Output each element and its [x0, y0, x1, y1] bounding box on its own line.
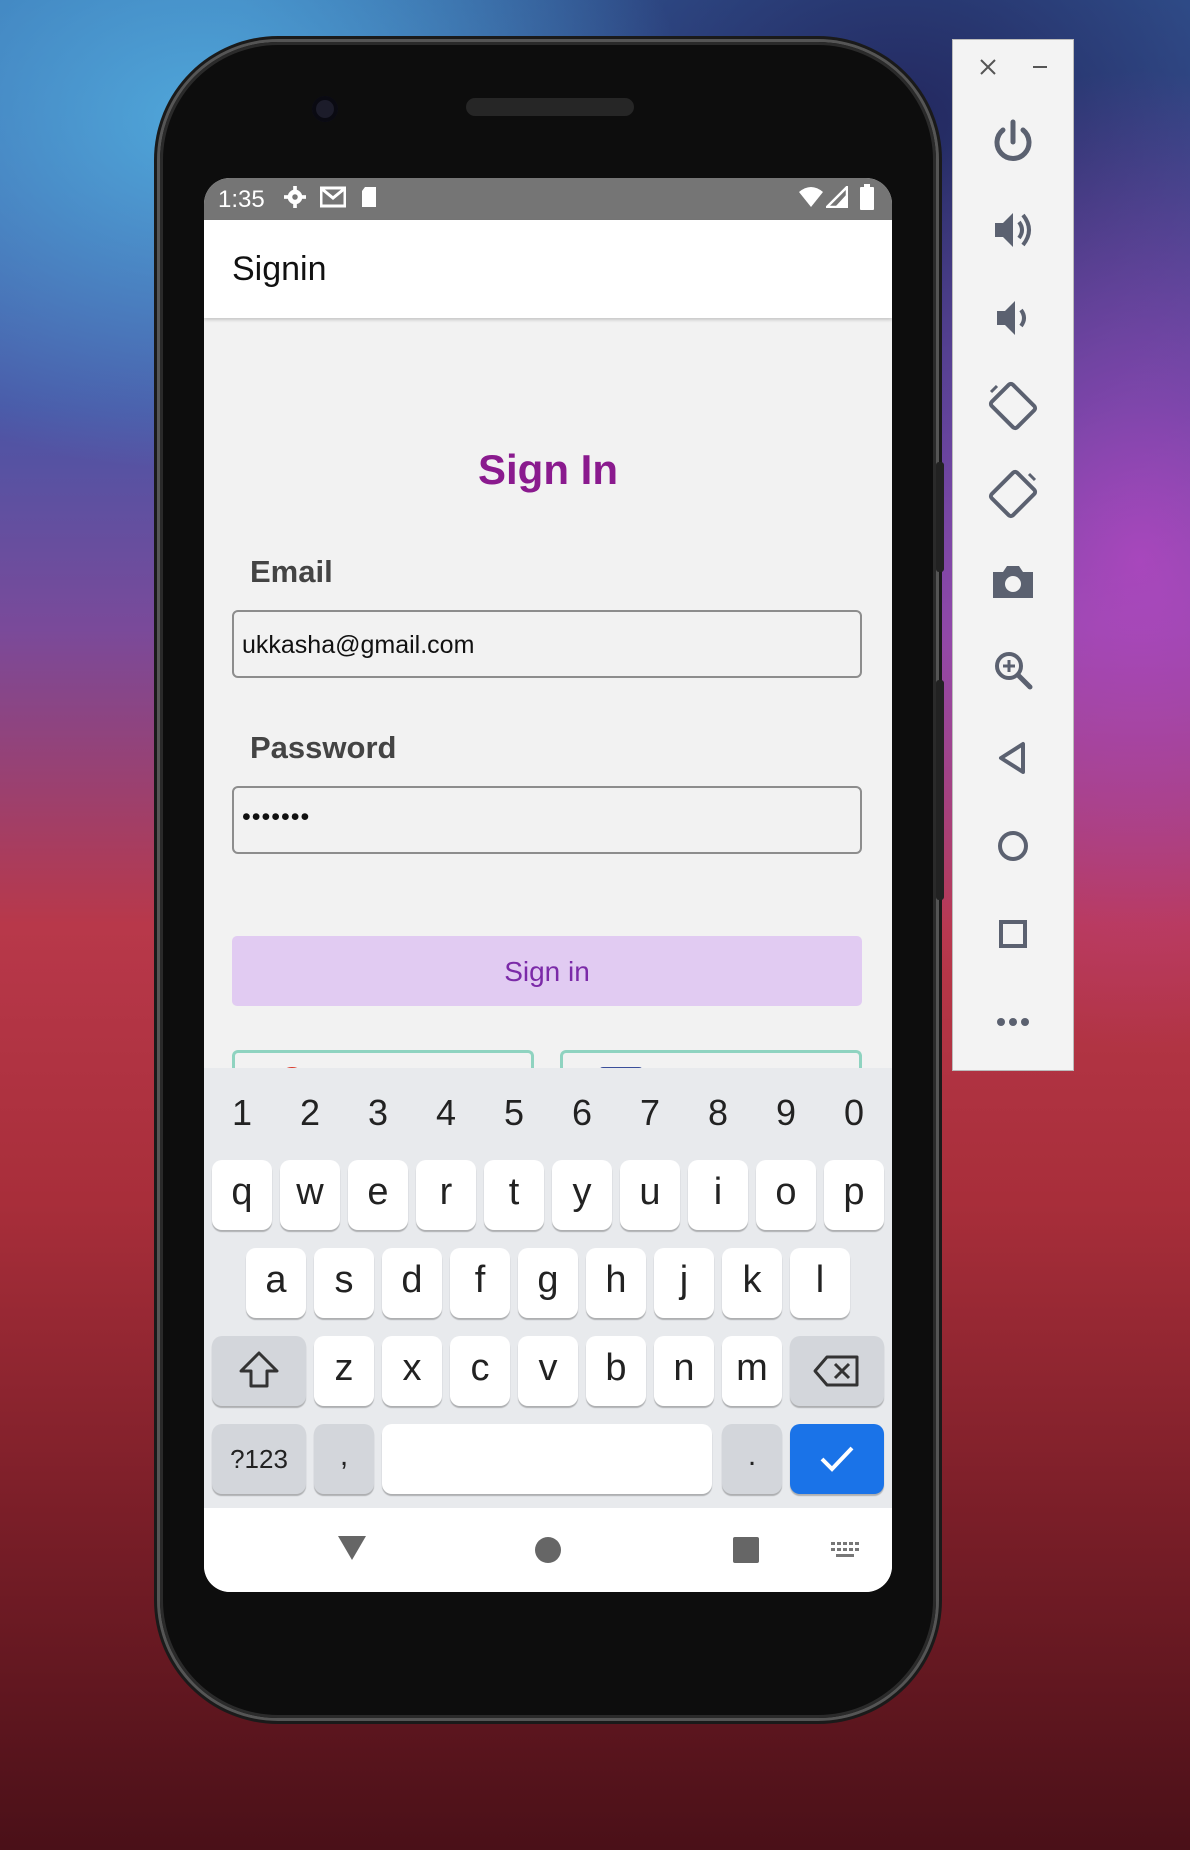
- emulator-control-panel: [953, 40, 1073, 1070]
- phone-screen: 1:35 Signin Sign In Email ukkasha@gmail.…: [204, 178, 892, 1592]
- key-b[interactable]: b: [586, 1336, 646, 1406]
- back-icon[interactable]: [983, 728, 1043, 788]
- status-bar: 1:35: [204, 178, 892, 220]
- rotate-right-icon[interactable]: [983, 464, 1043, 524]
- key-l[interactable]: l: [790, 1248, 850, 1318]
- key-r[interactable]: r: [416, 1160, 476, 1230]
- home-icon[interactable]: [983, 816, 1043, 876]
- comma-key[interactable]: ,: [314, 1424, 374, 1494]
- key-x[interactable]: x: [382, 1336, 442, 1406]
- key-k[interactable]: k: [722, 1248, 782, 1318]
- period-key[interactable]: .: [722, 1424, 782, 1494]
- key-j[interactable]: j: [654, 1248, 714, 1318]
- power-icon[interactable]: [983, 112, 1043, 172]
- close-icon[interactable]: [979, 58, 997, 76]
- phone-power-key: [936, 462, 944, 572]
- cell-signal-icon: [826, 186, 848, 208]
- password-label: Password: [250, 730, 397, 765]
- sd-card-icon: [362, 187, 376, 207]
- key-y[interactable]: y: [552, 1160, 612, 1230]
- key-f[interactable]: f: [450, 1248, 510, 1318]
- rotate-left-icon[interactable]: [983, 376, 1043, 436]
- volume-up-icon[interactable]: [983, 200, 1043, 260]
- system-nav-bar: [204, 1508, 892, 1592]
- key-o[interactable]: o: [756, 1160, 816, 1230]
- volume-down-icon[interactable]: [983, 288, 1043, 348]
- key-3[interactable]: 3: [358, 1092, 398, 1134]
- backspace-key[interactable]: [790, 1336, 884, 1406]
- backspace-icon: [813, 1355, 859, 1387]
- done-key[interactable]: [790, 1424, 884, 1494]
- key-c[interactable]: c: [450, 1336, 510, 1406]
- front-camera: [312, 96, 338, 122]
- keyboard-switch-icon[interactable]: [830, 1540, 860, 1560]
- email-field-value: ukkasha@gmail.com: [242, 631, 475, 659]
- sign-in-button[interactable]: Sign in: [232, 936, 862, 1006]
- email-field[interactable]: ukkasha@gmail.com: [232, 610, 862, 678]
- key-5[interactable]: 5: [494, 1092, 534, 1134]
- key-q[interactable]: q: [212, 1160, 272, 1230]
- overview-icon[interactable]: [983, 904, 1043, 964]
- key-v[interactable]: v: [518, 1336, 578, 1406]
- key-4[interactable]: 4: [426, 1092, 466, 1134]
- page-title: Sign In: [478, 446, 618, 493]
- key-s[interactable]: s: [314, 1248, 374, 1318]
- key-d[interactable]: d: [382, 1248, 442, 1318]
- camera-icon[interactable]: [983, 552, 1043, 612]
- zoom-icon[interactable]: [983, 640, 1043, 700]
- shift-key[interactable]: [212, 1336, 306, 1406]
- status-time: 1:35: [218, 186, 265, 213]
- key-m[interactable]: m: [722, 1336, 782, 1406]
- key-i[interactable]: i: [688, 1160, 748, 1230]
- phone-volume-key: [936, 680, 944, 900]
- key-6[interactable]: 6: [562, 1092, 602, 1134]
- checkmark-icon: [820, 1446, 854, 1472]
- minimize-icon[interactable]: [1031, 58, 1049, 76]
- more-icon[interactable]: [983, 992, 1043, 1052]
- key-0[interactable]: 0: [834, 1092, 874, 1134]
- earpiece-speaker: [466, 98, 634, 116]
- wifi-icon: [799, 187, 823, 207]
- key-1[interactable]: 1: [222, 1092, 262, 1134]
- key-g[interactable]: g: [518, 1248, 578, 1318]
- sign-in-button-label: Sign in: [504, 956, 590, 987]
- nav-home-icon[interactable]: [534, 1536, 562, 1564]
- app-bar: Signin: [204, 220, 892, 318]
- space-key[interactable]: [382, 1424, 712, 1494]
- key-2[interactable]: 2: [290, 1092, 330, 1134]
- key-z[interactable]: z: [314, 1336, 374, 1406]
- password-field[interactable]: •••••••: [232, 786, 862, 854]
- on-screen-keyboard: 1 2 3 4 5 6 7 8 9 0 q w e r t y u i o p …: [204, 1068, 892, 1508]
- gear-icon: [284, 186, 306, 208]
- key-u[interactable]: u: [620, 1160, 680, 1230]
- email-label: Email: [250, 554, 333, 589]
- key-p[interactable]: p: [824, 1160, 884, 1230]
- key-h[interactable]: h: [586, 1248, 646, 1318]
- gmail-icon: [320, 186, 346, 208]
- key-9[interactable]: 9: [766, 1092, 806, 1134]
- nav-overview-icon[interactable]: [732, 1536, 760, 1564]
- key-w[interactable]: w: [280, 1160, 340, 1230]
- password-field-value: •••••••: [242, 803, 311, 831]
- keyboard-number-row: 1 2 3 4 5 6 7 8 9 0: [204, 1068, 892, 1148]
- key-8[interactable]: 8: [698, 1092, 738, 1134]
- key-a[interactable]: a: [246, 1248, 306, 1318]
- key-e[interactable]: e: [348, 1160, 408, 1230]
- battery-icon: [860, 184, 874, 210]
- key-n[interactable]: n: [654, 1336, 714, 1406]
- shift-icon: [239, 1351, 279, 1388]
- key-7[interactable]: 7: [630, 1092, 670, 1134]
- app-bar-title: Signin: [232, 250, 327, 288]
- nav-back-icon[interactable]: [336, 1534, 368, 1562]
- symbols-key[interactable]: ?123: [212, 1424, 306, 1494]
- key-t[interactable]: t: [484, 1160, 544, 1230]
